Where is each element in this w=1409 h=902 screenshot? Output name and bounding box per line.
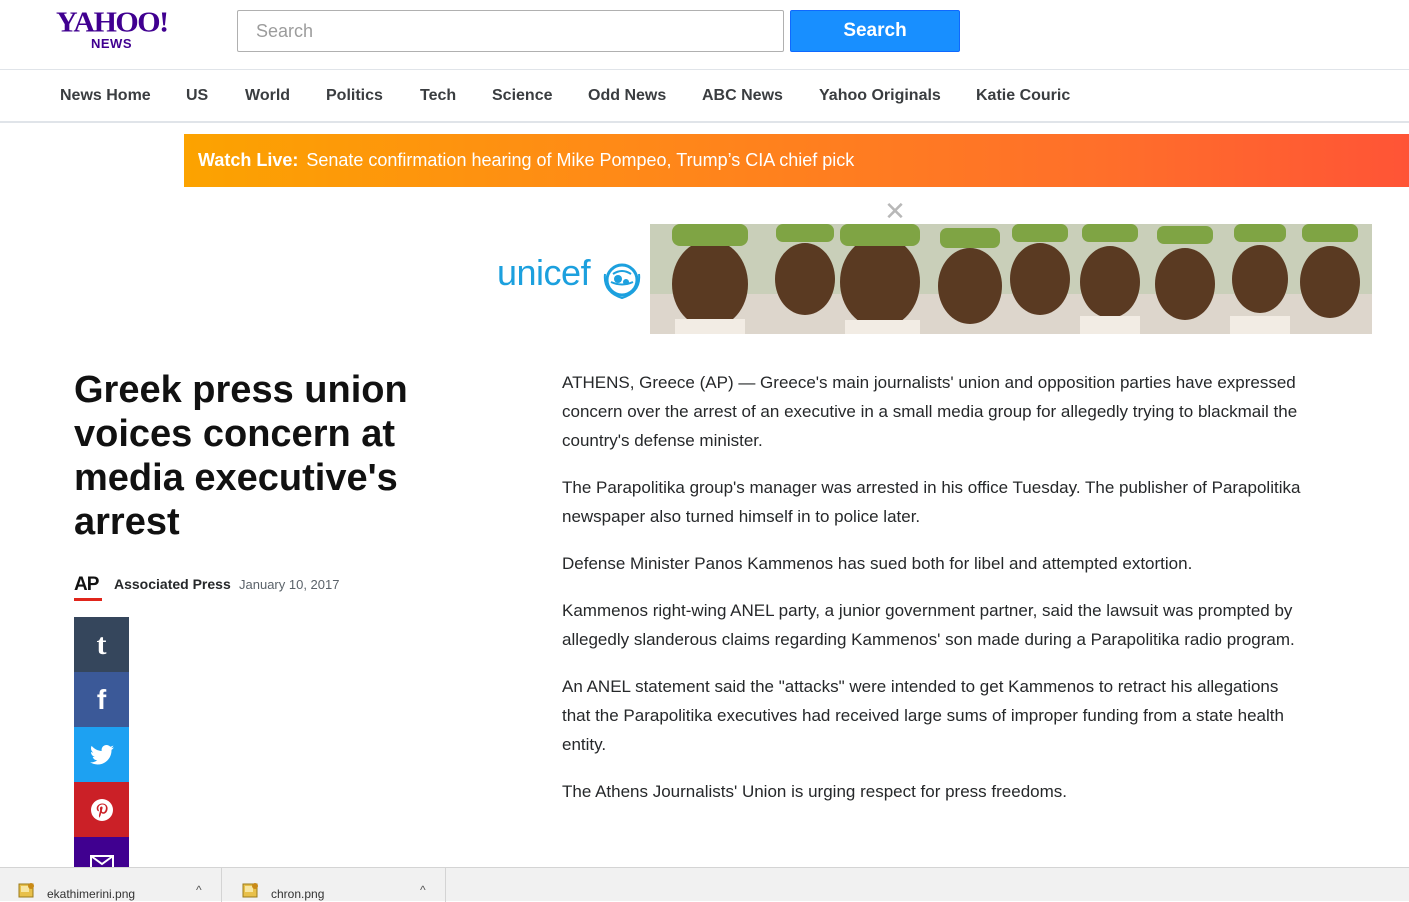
article-paragraph: Kammenos right-wing ANEL party, a junior… — [562, 601, 1295, 649]
article-paragraph: The Athens Journalists' Union is urging … — [562, 782, 1067, 801]
nav-tech[interactable]: Tech — [420, 87, 456, 105]
nav-politics[interactable]: Politics — [326, 87, 383, 105]
share-tumblr-button[interactable]: t — [74, 617, 129, 672]
provider-name[interactable]: Associated Press — [114, 576, 231, 592]
article-paragraph: Defense Minister Panos Kammenos has sued… — [562, 554, 1193, 573]
yahoo-news-logo[interactable]: YAHOO! NEWS — [56, 8, 176, 54]
site-header: YAHOO! NEWS Search — [0, 0, 1409, 70]
tumblr-icon: t — [96, 627, 107, 661]
nav-news-home[interactable]: News Home — [60, 87, 151, 105]
publish-date: January 10, 2017 — [239, 577, 340, 592]
unicef-wordmark: unicef — [497, 252, 591, 293]
chevron-up-icon[interactable]: ^ — [420, 883, 426, 897]
article-body: ATHENS, Greece (AP) — Greece's main jour… — [562, 368, 1302, 824]
download-bar: ekathimerini.png ^ chron.png ^ — [0, 867, 1409, 902]
share-pinterest-button[interactable] — [74, 782, 129, 837]
nav-us[interactable]: US — [186, 87, 208, 105]
email-icon — [89, 855, 114, 867]
download-item[interactable]: ekathimerini.png ^ — [0, 868, 222, 902]
share-email-button[interactable] — [74, 837, 129, 867]
nav-odd-news[interactable]: Odd News — [588, 87, 666, 105]
children-photo-illustration — [650, 224, 1372, 334]
main-nav: News Home US World Politics Tech Science… — [0, 70, 1409, 123]
download-filename: chron.png — [271, 887, 325, 901]
ap-logo[interactable]: AP — [74, 574, 99, 596]
nav-yahoo-originals[interactable]: Yahoo Originals — [819, 87, 941, 105]
unicef-ad[interactable]: unicef — [495, 224, 1372, 334]
share-facebook-button[interactable]: f — [74, 672, 129, 727]
image-file-icon — [242, 883, 258, 898]
download-filename: ekathimerini.png — [47, 887, 136, 901]
twitter-icon — [89, 744, 114, 764]
chevron-up-icon[interactable]: ^ — [196, 883, 202, 897]
watch-live-banner[interactable]: Watch Live: Senate confirmation hearing o… — [184, 134, 1409, 187]
unicef-globe-icon — [603, 263, 641, 300]
article-paragraph: The Parapolitika group's manager was arr… — [562, 478, 1301, 526]
pinterest-icon — [90, 798, 113, 821]
article-paragraph: ATHENS, Greece (AP) — Greece's main jour… — [562, 373, 1298, 450]
logo-sub: NEWS — [91, 36, 132, 51]
nav-science[interactable]: Science — [492, 87, 552, 105]
logo-wordmark: YAHOO! — [56, 6, 169, 39]
nav-abc-news[interactable]: ABC News — [702, 87, 783, 105]
nav-world[interactable]: World — [245, 87, 290, 105]
download-item[interactable]: chron.png ^ — [224, 868, 446, 902]
image-file-icon — [18, 883, 34, 898]
nav-katie-couric[interactable]: Katie Couric — [976, 87, 1070, 105]
ad-close-icon[interactable]: ✕ — [884, 198, 906, 224]
search-input[interactable] — [237, 10, 784, 52]
article-title: Greek press union voices concern at medi… — [74, 369, 408, 543]
share-twitter-button[interactable] — [74, 727, 129, 782]
facebook-icon: f — [96, 683, 107, 715]
watch-live-label: Watch Live: — [198, 150, 299, 170]
watch-live-text: Senate confirmation hearing of Mike Pomp… — [306, 150, 855, 170]
search-button[interactable]: Search — [790, 10, 960, 52]
ap-logo-underline — [74, 598, 102, 601]
children-photo — [650, 224, 1372, 334]
article-paragraph: An ANEL statement said the "attacks" wer… — [562, 677, 1284, 754]
